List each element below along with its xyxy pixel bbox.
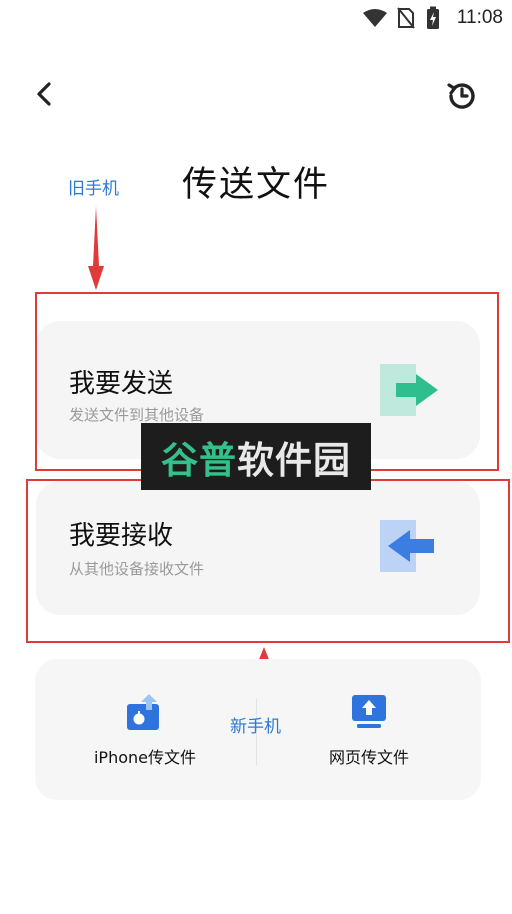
iphone-transfer-icon — [127, 694, 159, 730]
watermark: 谷普 软件园 — [141, 423, 371, 490]
battery-charging-icon — [427, 6, 439, 29]
history-button[interactable] — [442, 76, 482, 116]
wifi-icon — [363, 9, 387, 27]
annotation-new-phone: 新手机 — [230, 717, 281, 737]
iphone-transfer-button[interactable]: iPhone传文件 — [60, 674, 230, 784]
chevron-left-icon — [37, 82, 51, 106]
no-sim-icon — [397, 7, 415, 29]
iphone-transfer-label: iPhone传文件 — [93, 748, 196, 767]
history-icon — [447, 83, 475, 109]
watermark-part2: 软件园 — [237, 438, 351, 482]
watermark-part1: 谷普 — [161, 438, 237, 482]
status-time: 11:08 — [456, 7, 503, 28]
status-bar: 11:08 — [0, 0, 512, 38]
web-upload-icon — [352, 695, 386, 728]
receive-highlight-box — [26, 479, 510, 643]
web-transfer-label: 网页传文件 — [328, 748, 409, 767]
web-transfer-button[interactable]: 网页传文件 — [284, 674, 454, 784]
annotation-arrow-down — [88, 206, 104, 290]
annotation-old-phone: 旧手机 — [68, 179, 119, 199]
back-button[interactable] — [26, 76, 62, 112]
